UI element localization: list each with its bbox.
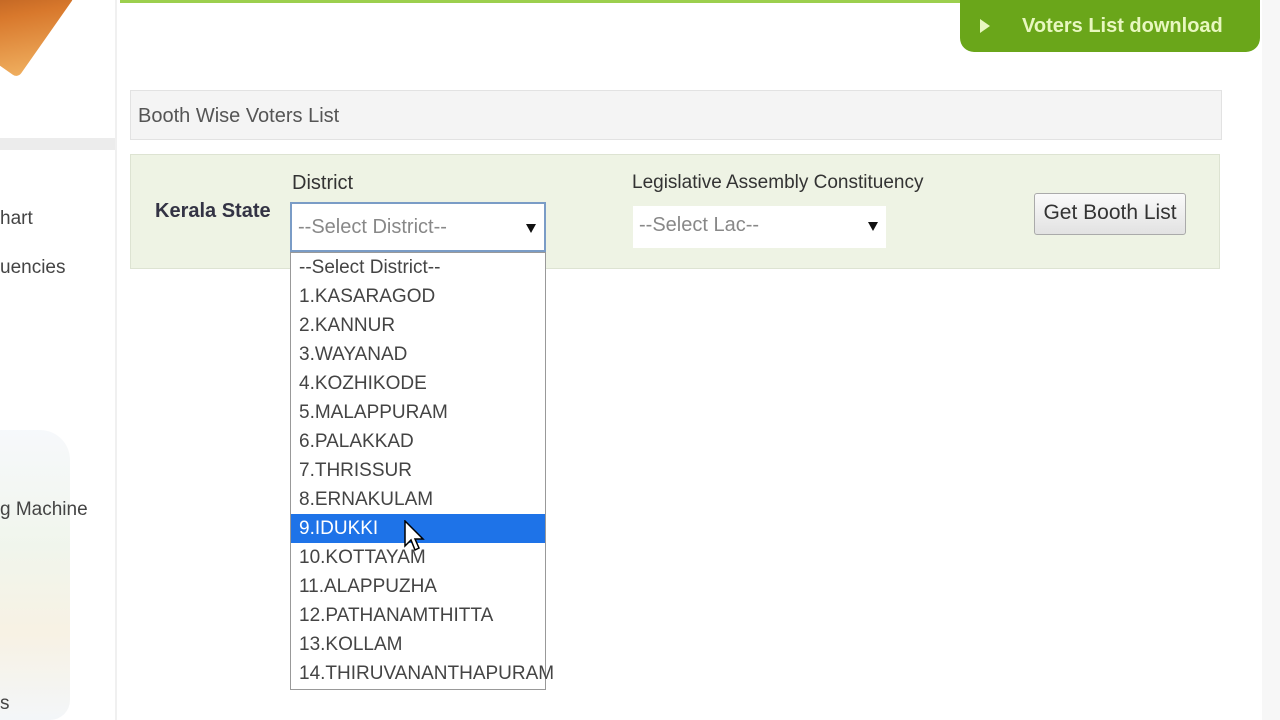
district-option[interactable]: 13.KOLLAM [291, 630, 545, 659]
chevron-down-icon [526, 224, 536, 233]
district-option[interactable]: 5.MALAPPURAM [291, 398, 545, 427]
voters-list-download-button[interactable]: Voters List download [960, 0, 1260, 52]
district-option[interactable]: 1.KASARAGOD [291, 282, 545, 311]
district-option[interactable]: 4.KOZHIKODE [291, 369, 545, 398]
chevron-down-icon [868, 222, 878, 231]
right-margin [1262, 0, 1280, 720]
get-booth-list-button[interactable]: Get Booth List [1034, 193, 1186, 235]
district-select-value: --Select District-- [298, 216, 447, 238]
district-option[interactable]: 3.WAYANAD [291, 340, 545, 369]
section-header: Booth Wise Voters List [130, 90, 1222, 140]
lac-select[interactable]: --Select Lac-- [633, 206, 886, 248]
sidebar: hart uencies g Machine s [0, 0, 115, 720]
sidebar-item-chart[interactable]: hart [0, 208, 33, 230]
district-option[interactable]: 12.PATHANAMTHITTA [291, 601, 545, 630]
district-dropdown-list[interactable]: --Select District-- 1.KASARAGOD 2.KANNUR… [290, 252, 554, 690]
divider [115, 0, 117, 720]
lac-select-value: --Select Lac-- [639, 214, 760, 236]
state-label: Kerala State [155, 200, 271, 222]
district-option[interactable]: 7.THRISSUR [291, 456, 545, 485]
kerala-map-image [0, 430, 70, 720]
sidebar-divider [0, 138, 115, 150]
download-label: Voters List download [1022, 14, 1223, 37]
logo-decoration [0, 0, 76, 79]
district-option[interactable]: 14.THIRUVANANTHAPURAM [291, 659, 554, 688]
play-triangle-icon [980, 19, 990, 33]
district-option[interactable]: 11.ALAPPUZHA [291, 572, 545, 601]
sidebar-item-voting-machine[interactable]: g Machine [0, 499, 88, 521]
district-option[interactable]: 2.KANNUR [291, 311, 545, 340]
district-option[interactable]: 6.PALAKKAD [291, 427, 545, 456]
district-label: District [292, 172, 354, 194]
mouse-cursor-icon [404, 520, 425, 552]
section-title: Booth Wise Voters List [138, 105, 340, 127]
district-option[interactable]: 8.ERNAKULAM [291, 485, 545, 514]
district-option[interactable]: --Select District-- [291, 253, 545, 282]
sidebar-item-constituencies[interactable]: uencies [0, 257, 66, 279]
sidebar-item-partial[interactable]: s [0, 693, 10, 715]
top-accent-line [120, 0, 960, 3]
district-select[interactable]: --Select District-- [290, 202, 546, 252]
lac-label: Legislative Assembly Constituency [632, 172, 924, 193]
